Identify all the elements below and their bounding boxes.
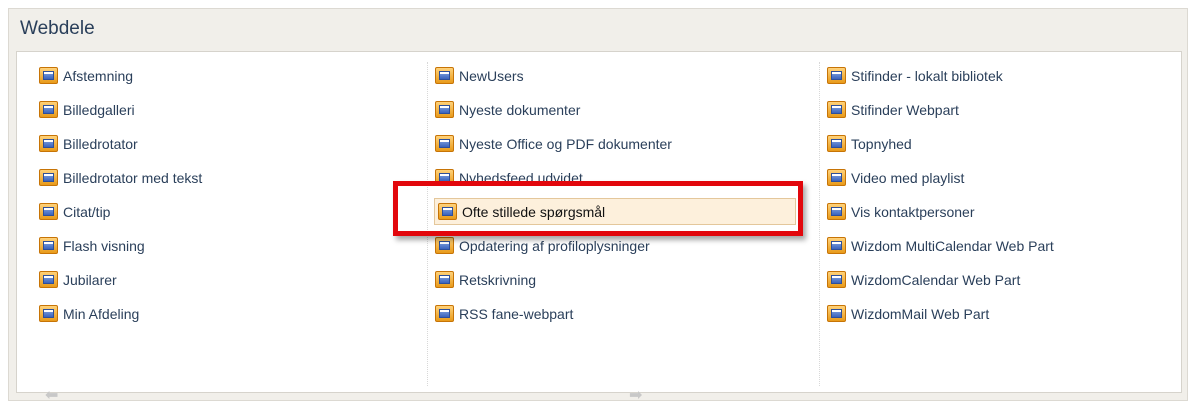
webpart-icon (435, 305, 454, 322)
webpart-icon (435, 101, 454, 118)
webpart-icon (435, 169, 454, 186)
webpart-icon (435, 237, 454, 254)
webpart-label: Ofte stillede spørgsmål (462, 203, 606, 220)
arrow-left-icon[interactable]: ⬅ (45, 385, 58, 405)
webpart-icon (39, 305, 58, 322)
webpart-item[interactable]: Billedrotator (39, 130, 412, 157)
webpart-label: Video med playlist (851, 169, 965, 186)
webpart-item[interactable]: Nyeste Office og PDF dokumenter (435, 130, 813, 157)
webpart-label: Nyhedsfeed udvidet (459, 169, 583, 186)
webpart-icon (827, 271, 846, 288)
webpart-icon (827, 203, 846, 220)
webpart-item[interactable]: Flash visning (39, 232, 412, 259)
webpart-item[interactable]: Nyeste dokumenter (435, 96, 813, 123)
webpart-label: WizdomMail Web Part (851, 305, 990, 322)
webpart-icon (827, 101, 846, 118)
webpart-icon (438, 203, 457, 220)
webpart-label: Billedrotator (63, 135, 138, 152)
webpart-icon (39, 237, 58, 254)
webpart-item[interactable]: Topnyhed (827, 130, 1180, 157)
webpart-icon (39, 203, 58, 220)
webpart-label: NewUsers (459, 67, 524, 84)
webpart-label: Nyeste Office og PDF dokumenter (459, 135, 672, 152)
webpart-label: Nyeste dokumenter (459, 101, 581, 118)
webpart-label: Min Afdeling (63, 305, 140, 322)
webpart-icon (39, 101, 58, 118)
webpart-item[interactable]: Opdatering af profiloplysninger (435, 232, 813, 259)
webpart-item[interactable]: Stifinder - lokalt bibliotek (827, 62, 1180, 89)
webpart-label: Jubilarer (63, 271, 117, 288)
webpart-label: Wizdom MultiCalendar Web Part (851, 237, 1054, 254)
webpart-icon (435, 271, 454, 288)
webpart-item[interactable]: WizdomCalendar Web Part (827, 266, 1180, 293)
webparts-list-container: Afstemning Billedgalleri Billedrotator Bill… (16, 51, 1182, 404)
webpart-icon (827, 169, 846, 186)
webpart-icon (827, 305, 846, 322)
arrow-right-icon[interactable]: ➡ (629, 385, 642, 405)
webpart-item[interactable]: Retskrivning (435, 266, 813, 293)
webpart-label: Stifinder - lokalt bibliotek (851, 67, 1003, 84)
webpart-label: Billedrotator med tekst (63, 169, 203, 186)
webpart-icon (435, 135, 454, 152)
webpart-icon (39, 135, 58, 152)
webpart-item[interactable]: Wizdom MultiCalendar Web Part (827, 232, 1180, 259)
webpart-item[interactable]: Billedgalleri (39, 96, 412, 123)
webpart-label: Topnyhed (851, 135, 912, 152)
webpart-item[interactable]: RSS fane-webpart (435, 300, 813, 327)
webpart-label: RSS fane-webpart (459, 305, 574, 322)
webpart-icon (39, 67, 58, 84)
webpart-item[interactable]: Stifinder Webpart (827, 96, 1180, 123)
webpart-item[interactable]: Min Afdeling (39, 300, 412, 327)
webpart-item[interactable]: WizdomMail Web Part (827, 300, 1180, 327)
webpart-icon (827, 135, 846, 152)
webpart-label: Opdatering af profiloplysninger (459, 237, 650, 254)
webpart-item[interactable]: Video med playlist (827, 164, 1180, 191)
webpart-item[interactable]: Nyhedsfeed udvidet (435, 164, 813, 191)
webpart-item[interactable]: Jubilarer (39, 266, 412, 293)
panel-title: Webdele (20, 18, 95, 39)
webpart-item[interactable]: Ofte stillede spørgsmål (434, 198, 796, 225)
webparts-column-3: Stifinder - lokalt bibliotek Stifinder We… (819, 62, 1180, 386)
webpart-label: Retskrivning (459, 271, 537, 288)
webpart-label: Flash visning (63, 237, 145, 254)
webpart-label: Citat/tip (63, 203, 111, 220)
webpart-label: Billedgalleri (63, 101, 135, 118)
webparts-column-2: NewUsers Nyeste dokumenter Nyeste Office o… (427, 62, 813, 386)
webpart-item[interactable]: Billedrotator med tekst (39, 164, 412, 191)
webpart-label: WizdomCalendar Web Part (851, 271, 1021, 288)
webpart-item[interactable]: Citat/tip (39, 198, 412, 225)
webpart-icon (39, 169, 58, 186)
webpart-icon (435, 67, 454, 84)
webparts-column-1: Afstemning Billedgalleri Billedrotator Bill… (37, 62, 412, 386)
webpart-item[interactable]: NewUsers (435, 62, 813, 89)
webpart-item[interactable]: Afstemning (39, 62, 412, 89)
webpart-item[interactable]: Vis kontaktpersoner (827, 198, 1180, 225)
webpart-label: Afstemning (63, 67, 134, 84)
webpart-label: Stifinder Webpart (851, 101, 959, 118)
webpart-icon (827, 237, 846, 254)
webparts-panel: Webdele Afstemning Billedgalleri Billedrot… (8, 8, 1188, 404)
webpart-label: Vis kontaktpersoner (851, 203, 975, 220)
webpart-icon (39, 271, 58, 288)
webpart-icon (827, 67, 846, 84)
